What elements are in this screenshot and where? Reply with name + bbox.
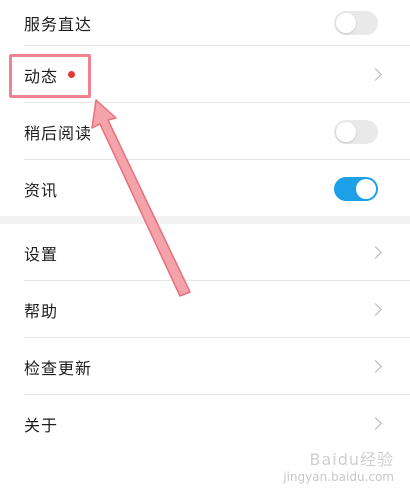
news-toggle[interactable]	[334, 176, 378, 201]
row-label: 检查更新	[24, 358, 93, 378]
row-dynamics[interactable]: 动态	[0, 46, 410, 103]
row-label: 帮助	[24, 301, 59, 321]
chevron-right-icon	[369, 302, 382, 316]
row-label: 动态	[24, 66, 59, 86]
read-later-toggle[interactable]	[334, 119, 378, 144]
row-help[interactable]: 帮助	[0, 281, 410, 338]
row-settings[interactable]: 设置	[0, 224, 410, 281]
toggle-knob	[356, 178, 376, 199]
row-service-direct[interactable]: 服务直达	[0, 0, 410, 46]
toggle-knob	[336, 121, 356, 142]
row-label: 服务直达	[24, 15, 93, 34]
watermark-sub: jingyan.baidu.com	[283, 470, 394, 484]
watermark-main: Baidu经验	[309, 450, 394, 469]
row-label: 资讯	[24, 180, 59, 200]
row-read-later[interactable]: 稍后阅读	[0, 103, 410, 160]
settings-group-top: 服务直达 动态 稍后阅读 资讯	[0, 0, 410, 216]
chevron-right-icon	[369, 245, 382, 259]
service-direct-toggle[interactable]	[334, 11, 378, 35]
row-label: 稍后阅读	[24, 123, 93, 143]
row-news[interactable]: 资讯	[0, 160, 410, 217]
watermark: Baidu经验 jingyan.baidu.com	[283, 446, 394, 484]
toggle-knob	[336, 13, 356, 33]
chevron-right-icon	[369, 416, 382, 430]
row-label: 关于	[24, 415, 59, 435]
red-dot-badge	[68, 71, 76, 78]
row-label: 设置	[24, 244, 59, 264]
chevron-right-icon	[369, 359, 382, 373]
row-about[interactable]: 关于	[0, 395, 410, 452]
chevron-right-icon	[369, 67, 382, 81]
row-check-update[interactable]: 检查更新	[0, 338, 410, 395]
